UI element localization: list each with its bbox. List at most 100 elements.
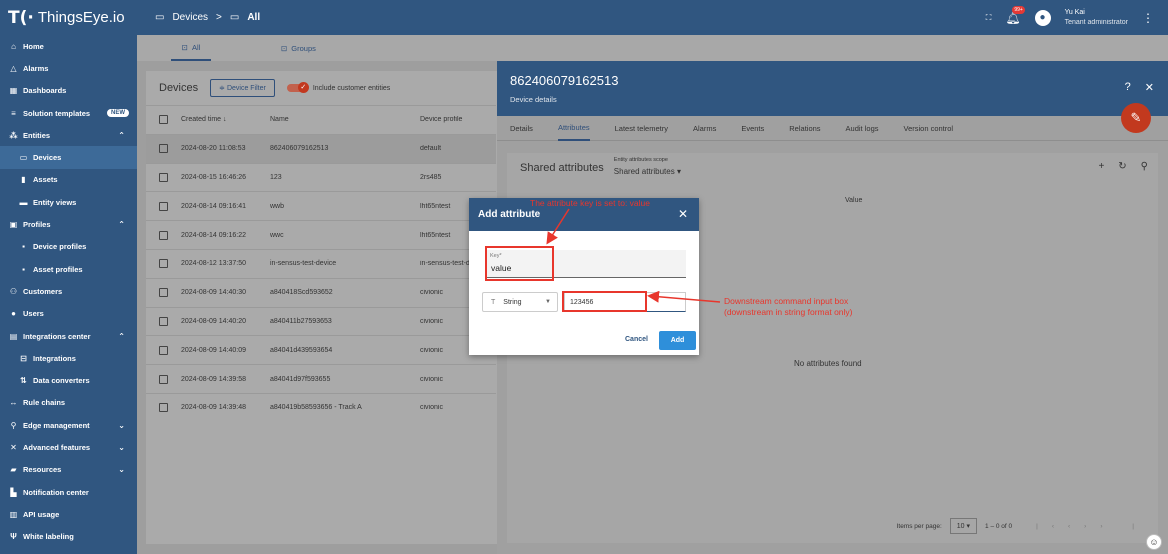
tab-alarms[interactable]: Alarms xyxy=(693,116,716,141)
sidebar-item-alarms[interactable]: △ Alarms xyxy=(0,57,137,79)
value-type-select[interactable]: T String ▼ xyxy=(482,292,558,312)
sidebar-item-white-labeling[interactable]: Ψ White labeling xyxy=(0,526,137,548)
fullscreen-icon[interactable]: ⛶ xyxy=(986,13,992,23)
sidebar-item-profiles[interactable]: ▣ Profiles ⌃ xyxy=(0,213,137,235)
table-row[interactable]: 2024-08-20 11:08:53 862406079162513 defaul… xyxy=(146,133,496,163)
row-checkbox[interactable] xyxy=(159,288,168,298)
chevron-up-icon: ⌃ xyxy=(118,220,125,230)
logo[interactable]: T(· ThingsEye.io xyxy=(0,0,137,35)
table-row[interactable]: 2024-08-14 09:16:22 wwc lht65ntest xyxy=(146,220,496,249)
sidebar-item-users[interactable]: ● Users xyxy=(0,303,137,325)
refresh-icon[interactable]: ↻ xyxy=(1118,161,1126,172)
table-row[interactable]: 2024-08-15 16:46:26 123 2rs485 xyxy=(146,162,496,192)
more-vert-icon[interactable]: ⋮ xyxy=(1142,11,1154,25)
user-info[interactable]: Yu Kai Tenant administrator xyxy=(1065,8,1128,28)
row-checkbox[interactable] xyxy=(159,374,168,384)
table-row[interactable]: 2024-08-14 09:16:41 wwb lht65ntest xyxy=(146,191,496,220)
advanced-icon: ✕ xyxy=(10,442,17,452)
sidebar-item-entity-views[interactable]: ▬ Entity views xyxy=(0,191,137,213)
edit-button[interactable]: ✎ xyxy=(1121,103,1151,133)
row-checkbox[interactable] xyxy=(159,316,168,326)
sidebar-item-assets[interactable]: ▮ Assets xyxy=(0,169,137,191)
sidebar-item-entities[interactable]: ⁂ Entities ⌃ xyxy=(0,124,137,146)
tab-events[interactable]: Events xyxy=(741,116,764,141)
sidebar-item-rule-chains[interactable]: ↔ Rule chains xyxy=(0,392,137,414)
sidebar-item-dashboards[interactable]: ▦ Dashboards xyxy=(0,80,137,102)
row-checkbox[interactable] xyxy=(159,172,168,182)
tab-attributes[interactable]: Attributes xyxy=(557,116,590,141)
table-row[interactable]: 2024-08-09 14:40:20 a840411b27593653 civio… xyxy=(146,306,496,336)
column-name[interactable]: Name xyxy=(270,116,420,123)
table-row[interactable]: 2024-08-12 13:37:50 in-sensus-test-device… xyxy=(146,248,496,278)
tab-audit-logs[interactable]: Audit logs xyxy=(846,116,879,141)
sidebar-item-home[interactable]: ⌂ Home xyxy=(0,35,137,57)
white-labeling-icon: Ψ xyxy=(10,532,17,542)
table-row[interactable]: 2024-08-09 14:39:58 a84041d97f593655 civio… xyxy=(146,364,496,393)
help-icon[interactable]: ? xyxy=(1125,81,1131,94)
sidebar-item-integrations-center[interactable]: ▤ Integrations center ⌃ xyxy=(0,325,137,347)
sidebar-item-edge-management[interactable]: ⚲ Edge management ⌄ xyxy=(0,414,137,436)
sidebar-item-customers[interactable]: ⚇ Customers xyxy=(0,280,137,302)
tab-relations[interactable]: Relations xyxy=(789,116,820,141)
row-checkbox[interactable] xyxy=(159,403,168,413)
attributes-title: Shared attributes xyxy=(520,162,604,174)
sidebar-item-label: Entity views xyxy=(33,197,77,207)
tab-details[interactable]: Details xyxy=(510,116,533,141)
tab-groups[interactable]: ⊡ Groups xyxy=(281,35,316,61)
tab-latest-telemetry[interactable]: Latest telemetry xyxy=(615,116,668,141)
cell-name: 862406079162513 xyxy=(270,145,329,153)
column-created-time[interactable]: Created time ↓ xyxy=(181,116,270,123)
table-row[interactable]: 2024-08-09 14:39:48 a840419b58593656 - Tr… xyxy=(146,392,496,422)
sidebar-item-notification-center[interactable]: ▙ Notification center xyxy=(0,481,137,503)
sidebar-item-api-usage[interactable]: ▥ API usage xyxy=(0,503,137,525)
row-checkbox[interactable] xyxy=(159,230,168,240)
add-icon[interactable]: + xyxy=(1098,161,1104,172)
sidebar-item-asset-profiles[interactable]: ▪ Asset profiles xyxy=(0,258,137,280)
sidebar-item-label: Alarms xyxy=(23,63,49,73)
close-icon[interactable]: ✕ xyxy=(678,207,688,221)
account-icon[interactable]: ● xyxy=(1034,9,1051,26)
tab-version-control[interactable]: Version control xyxy=(903,116,953,141)
home-icon: ⌂ xyxy=(11,41,16,51)
scope-select[interactable]: Entity attributes scope Shared attribute… xyxy=(614,157,681,176)
text-type-icon: T xyxy=(491,298,496,306)
input-annotation-line2: (downstream in string format only) xyxy=(724,307,853,317)
support-avatar-icon[interactable]: ☺ xyxy=(1146,534,1162,550)
add-button[interactable]: Add xyxy=(659,331,696,350)
sidebar-item-integrations[interactable]: ⊟ Integrations xyxy=(0,347,137,369)
notifications-button[interactable]: 🔔︎ 99+ xyxy=(1005,5,1025,25)
devices-icon: ▭ xyxy=(155,12,165,23)
device-filter-button[interactable]: ≑ Device Filter xyxy=(210,79,275,97)
cell-name: wwc xyxy=(270,231,284,239)
search-icon[interactable]: ⚲ xyxy=(1141,161,1148,172)
sidebar-item-device-profiles[interactable]: ▪ Device profiles xyxy=(0,236,137,258)
select-all-checkbox[interactable] xyxy=(159,115,168,125)
cancel-button[interactable]: Cancel xyxy=(625,336,648,343)
row-checkbox[interactable] xyxy=(159,201,168,211)
page-nav-icons[interactable]: |‹‹›› | xyxy=(1036,523,1148,530)
table-row[interactable]: 2024-08-09 14:40:30 a840418Scd593652 civio… xyxy=(146,277,496,307)
sidebar-item-advanced-features[interactable]: ✕ Advanced features ⌄ xyxy=(0,436,137,458)
sidebar-item-label: Rule chains xyxy=(23,398,66,408)
items-per-page-select[interactable]: 10 ▾ xyxy=(949,518,978,534)
breadcrumb-devices[interactable]: Devices xyxy=(172,12,208,23)
close-icon[interactable]: ✕ xyxy=(1145,81,1154,94)
user-name: Yu Kai xyxy=(1064,8,1085,16)
sidebar-item-solution-templates[interactable]: ≡ Solution templates NEW xyxy=(0,102,137,124)
row-checkbox[interactable] xyxy=(159,259,168,269)
sidebar-item-resources[interactable]: ▰ Resources ⌄ xyxy=(0,459,137,481)
filter-icon: ≑ xyxy=(219,85,227,92)
sidebar-item-label: Resources xyxy=(23,465,62,475)
row-checkbox[interactable] xyxy=(159,345,168,355)
device-subtitle: Device details xyxy=(510,95,557,104)
sidebar-item-devices[interactable]: ▭ Devices xyxy=(0,146,137,169)
row-checkbox[interactable] xyxy=(159,144,168,154)
sidebar-item-data-converters[interactable]: ⇅ Data converters xyxy=(0,369,137,391)
table-row[interactable]: 2024-08-09 14:40:09 a84041d439593654 civio… xyxy=(146,335,496,364)
include-customer-toggle[interactable] xyxy=(286,82,309,93)
cell-name: in-sensus-test-device xyxy=(270,260,337,268)
integrations-icon: ⊟ xyxy=(20,353,27,363)
column-label: Created time xyxy=(181,116,222,124)
column-device-profile[interactable]: Device profile xyxy=(420,116,490,123)
tab-all[interactable]: ⊡ All xyxy=(171,35,211,61)
